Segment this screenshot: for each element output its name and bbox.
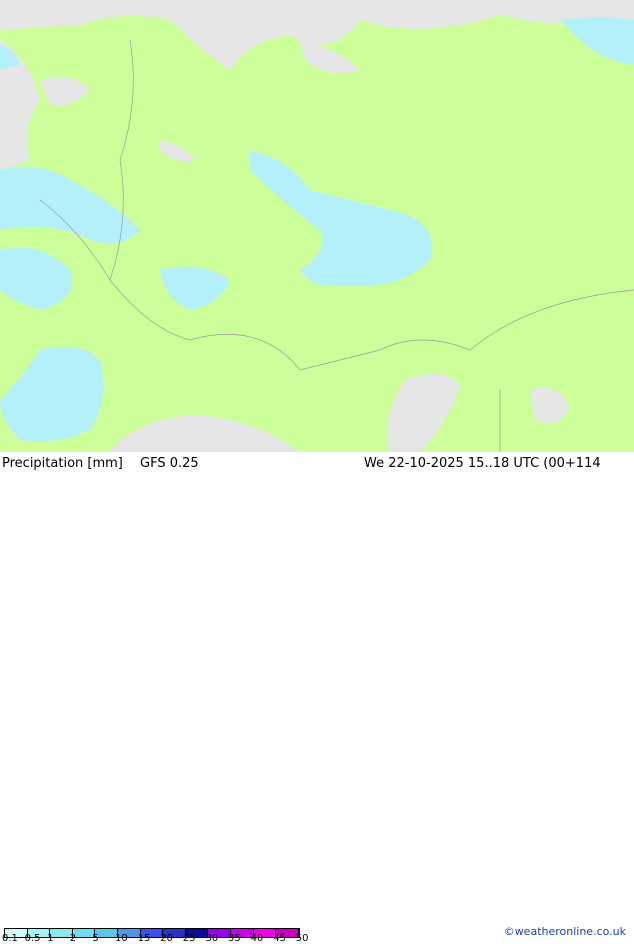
model-label: GFS 0.25 [140,456,199,471]
scale-tick: 20 [160,933,173,944]
scale-tick: 50 [295,933,309,944]
scale-tick: 2 [69,933,77,944]
copyright-link[interactable]: ©weatheronline.co.uk [504,925,626,938]
scale-tick: 0.1 [2,933,18,944]
valid-time: We 22-10-2025 15..18 UTC (00+114 [364,456,601,471]
scale-tick: 15 [137,933,151,944]
scale-tick: 10 [115,933,128,944]
scale-tick: 25 [182,933,196,944]
scale-tick: 35 [228,933,241,944]
scale-tick: 0.5 [24,933,41,944]
scale-tick: 1 [47,933,54,944]
precipitation-map [0,0,634,452]
scale-tick: 5 [92,933,99,944]
map-title: Precipitation [mm] [2,456,123,471]
scale-tick: 40 [250,933,264,944]
scale-tick: 30 [205,933,219,944]
scale-tick: 45 [273,933,286,944]
legend-footer: Precipitation [mm] GFS 0.25 We 22-10-202… [0,452,634,944]
